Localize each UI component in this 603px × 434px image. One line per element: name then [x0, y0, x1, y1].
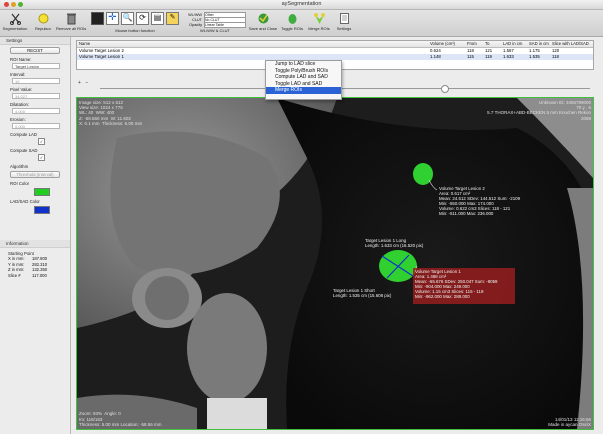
- segmentation-button[interactable]: Segmentation: [2, 12, 28, 34]
- viewer-info-bottom-left: Zoom: 93% Angle: 0 Im: 118/183 Thickness…: [79, 411, 162, 427]
- lesion-1-short-label[interactable]: Target Lesion 1 Short Length: 1.535 cm (…: [333, 288, 391, 298]
- lesion-1-label[interactable]: Volume Target Lesion 1 Area: 1.488 cm² M…: [415, 269, 498, 299]
- merge-rois-icon: [313, 13, 325, 24]
- col-sad[interactable]: SAD in cm: [529, 41, 552, 47]
- repulsor-button[interactable]: Repulsor: [31, 12, 55, 34]
- pixel-value-field[interactable]: 34.027: [12, 93, 60, 99]
- dilatation-label: Dilatation:: [10, 102, 30, 107]
- cell-name: Volume Target Lesion 1: [79, 54, 124, 59]
- interval-field[interactable]: 10: [12, 78, 60, 84]
- table-header: Name Volume (cm³) From To LAD in cm SAD …: [77, 41, 593, 48]
- algorithm-popup[interactable]: Threshold (Interval): [10, 171, 60, 178]
- settings-icon: [339, 13, 349, 24]
- col-slice[interactable]: Slice with LAD/SAD: [552, 41, 593, 47]
- pixel-value-label: Pixel Value:: [10, 87, 33, 92]
- cell-slice: 118: [552, 54, 559, 59]
- cell-sad: 1.535: [529, 54, 540, 59]
- remove-roi-button[interactable]: −: [85, 80, 88, 86]
- move-tool-icon[interactable]: ✛: [106, 12, 119, 25]
- slice-slider-knob[interactable]: [441, 85, 449, 93]
- compute-lad-label: Compute LAD: [10, 132, 37, 137]
- settings-header: Settings: [0, 37, 70, 45]
- scissors-icon: [9, 13, 21, 25]
- mouse-button-function[interactable]: ✛ 🔍 ⟳ ▤ ✎ Mouse button function: [89, 12, 181, 34]
- compute-sad-label: Compute SAD: [10, 148, 38, 153]
- cell-volume: 1.148: [430, 54, 441, 59]
- zoom-tool-icon[interactable]: 🔍: [121, 12, 134, 25]
- col-volume[interactable]: Volume (cm³): [430, 41, 467, 47]
- add-remove-controls: + −: [78, 80, 88, 86]
- viewer-info-top-left: Image size: 512 x 512 View size: 1024 x …: [79, 100, 143, 126]
- menu-item-merge-rois[interactable]: Merge ROIs: [266, 87, 341, 94]
- app-window: aySegmentation Segmentation Repulsor Rem…: [0, 0, 603, 434]
- toggle-rois-button[interactable]: Toggle ROIs: [279, 12, 305, 34]
- settings-sidebar: Settings RECIST ROI Name: Target Lesion …: [0, 37, 71, 434]
- roi-name-field[interactable]: Target Lesion: [12, 63, 60, 69]
- opacity-row: Opacity Linear Table: [184, 21, 246, 28]
- save-and-close-button[interactable]: Save and Close: [248, 12, 278, 34]
- slice-slider-track[interactable]: [100, 88, 590, 89]
- mode-popup[interactable]: RECIST: [10, 47, 60, 54]
- remove-all-rois-button[interactable]: Remove all ROIs: [56, 12, 86, 34]
- erosion-field[interactable]: 0.000: [12, 123, 60, 129]
- trash-icon: [66, 13, 76, 25]
- toolbar: Segmentation Repulsor Remove all ROIs ✛ …: [0, 10, 603, 37]
- cell-from: 115: [467, 54, 474, 59]
- viewer-info-top-right: Unknown ID: 3456789000 70 y , 6 5.7 THOR…: [487, 100, 591, 121]
- dilatation-field[interactable]: 4.000: [12, 108, 60, 114]
- col-lad[interactable]: LAD in cm: [503, 41, 529, 47]
- settings-button[interactable]: Settings: [333, 12, 355, 34]
- ladsad-color-label: LAD/SAD Color: [10, 199, 40, 204]
- col-from[interactable]: From: [467, 41, 485, 47]
- viewer-info-bottom-right: 14/01/13 11:16:56 Made in aycan OsiriX: [548, 416, 591, 427]
- roi-name-label: ROI Name:: [10, 57, 32, 62]
- context-menu: Jump to LAD slice Toggle Poly/Brush ROIs…: [265, 60, 342, 100]
- col-name[interactable]: Name: [77, 41, 430, 47]
- roi-color-label: ROI Color: [10, 181, 30, 186]
- cell-lad: 1.633: [503, 54, 514, 59]
- add-roi-button[interactable]: +: [78, 80, 81, 86]
- roi-color-well[interactable]: [34, 188, 50, 196]
- cell-to: 119: [485, 54, 492, 59]
- title-bar: aySegmentation: [0, 0, 603, 10]
- compute-sad-checkbox[interactable]: ✓: [38, 154, 45, 161]
- opacity-popup[interactable]: Linear Table: [204, 21, 246, 28]
- rotate-tool-icon[interactable]: ⟳: [136, 12, 149, 25]
- algorithm-label: Algorithm: [10, 164, 29, 169]
- mouse-tool-group: ✛ 🔍 ⟳ ▤ ✎: [89, 12, 181, 25]
- lesion-2-label[interactable]: Volume Target Lesion 2 Area: 0.617 cm² M…: [439, 186, 520, 216]
- roi-tool-icon[interactable]: ✎: [166, 12, 179, 25]
- toggle-rois-icon: [288, 14, 296, 24]
- window-title: aySegmentation: [281, 1, 322, 7]
- erosion-label: Erosion:: [10, 117, 26, 122]
- col-to[interactable]: To: [485, 41, 503, 47]
- save-close-icon: [258, 13, 268, 24]
- repulsor-icon: [38, 13, 48, 24]
- ladsad-color-well[interactable]: [34, 206, 50, 214]
- image-viewer[interactable]: Image size: 512 x 512 View size: 1024 x …: [76, 97, 594, 430]
- merge-rois-button[interactable]: Merge ROIs: [306, 12, 332, 34]
- information-panel: Information Starting Point X in mm: 187.8…: [0, 240, 70, 278]
- information-header: Information: [0, 240, 70, 248]
- lesion-1-long-label[interactable]: Target Lesion 1 Long Length: 1.633 cm (1…: [365, 238, 423, 248]
- wl-tool-icon[interactable]: [91, 12, 104, 25]
- wl-clut-group: WL/WW Other CLUT No CLUT Opacity Linear …: [184, 11, 246, 34]
- compute-lad-checkbox[interactable]: ✓: [38, 138, 45, 145]
- scroll-tool-icon[interactable]: ▤: [151, 12, 164, 25]
- ct-image: [77, 98, 593, 429]
- interval-label: Interval:: [10, 72, 26, 77]
- info-row-slice: Slice #117.000: [8, 272, 47, 278]
